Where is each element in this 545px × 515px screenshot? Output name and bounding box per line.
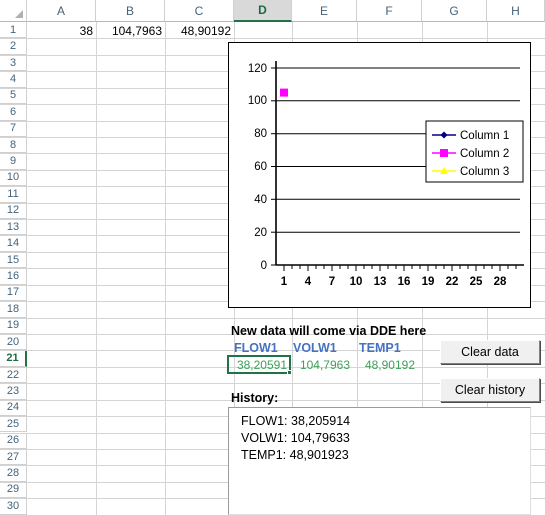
ytick-100: 100 (248, 95, 267, 107)
row-header-22[interactable]: 22 (0, 366, 27, 384)
column-header-a[interactable]: A (27, 0, 96, 22)
chart-svg: 0 20 40 60 80 100 120 1 4 7 10 13 16 19 … (248, 61, 524, 288)
xtick-13: 13 (374, 276, 387, 288)
row-header-16[interactable]: 16 (0, 268, 27, 285)
ytick-60: 60 (254, 161, 267, 173)
row-header-17[interactable]: 17 (0, 284, 27, 302)
temp-value[interactable]: 48,90192 (353, 357, 418, 373)
column-header-row: ABCDEFGH (0, 0, 545, 22)
row-header-1[interactable]: 1 (0, 22, 27, 39)
flow-label: FLOW1 (234, 341, 278, 355)
row-header-18[interactable]: 18 (0, 301, 27, 318)
legend-label-column1: Column 1 (460, 130, 509, 142)
grid-line-horizontal (0, 317, 545, 319)
data-point-column2-1 (280, 88, 288, 97)
row-header-30[interactable]: 30 (0, 498, 27, 515)
row-header-24[interactable]: 24 (0, 399, 27, 417)
volw-value[interactable]: 104,7963 (290, 357, 353, 373)
row-header-20[interactable]: 20 (0, 333, 27, 351)
row-header-7[interactable]: 7 (0, 120, 27, 137)
column-header-g[interactable]: G (422, 0, 487, 22)
xtick-19: 19 (422, 276, 435, 288)
row-header-8[interactable]: 8 (0, 136, 27, 154)
row-header-9[interactable]: 9 (0, 153, 27, 170)
row-header-2[interactable]: 2 (0, 38, 27, 55)
row-header-15[interactable]: 15 (0, 251, 27, 269)
row-header-3[interactable]: 3 (0, 54, 27, 72)
row-header-12[interactable]: 12 (0, 202, 27, 220)
row-header-23[interactable]: 23 (0, 383, 27, 400)
xtick-25: 25 (470, 276, 483, 288)
row-header-4[interactable]: 4 (0, 71, 27, 88)
volw-label: VOLW1 (293, 341, 337, 355)
legend-label-column2: Column 2 (460, 148, 509, 160)
ytick-80: 80 (254, 128, 267, 140)
row-header-11[interactable]: 11 (0, 186, 27, 203)
ytick-120: 120 (248, 63, 267, 75)
cell-c1[interactable]: 48,90192 (165, 23, 234, 39)
row-header-5[interactable]: 5 (0, 87, 27, 105)
chart-x-ticks (283, 265, 517, 271)
xtick-10: 10 (350, 276, 363, 288)
spreadsheet-window: ABCDEFGH 1 2 3 4 5 6 7 8 9 10 11 12 13 14 15 16 17 18 19 20… (0, 0, 545, 515)
ytick-40: 40 (254, 194, 267, 206)
row-header-28[interactable]: 28 (0, 465, 27, 482)
chart-y-tick-labels: 0 20 40 60 80 100 120 (248, 63, 267, 272)
row-header-27[interactable]: 27 (0, 448, 27, 466)
clear-history-button[interactable]: Clear history (440, 378, 540, 402)
column-header-c[interactable]: C (165, 0, 234, 22)
row-header-13[interactable]: 13 (0, 219, 27, 236)
row-header-19[interactable]: 19 (0, 317, 27, 334)
row-header-10[interactable]: 10 (0, 169, 27, 187)
cell-a1[interactable]: 38 (27, 23, 96, 39)
select-all-triangle-icon (15, 10, 23, 18)
ytick-20: 20 (254, 227, 267, 239)
history-label: History: (231, 391, 279, 405)
data-chart[interactable]: 0 20 40 60 80 100 120 1 4 7 10 13 16 19 … (228, 42, 531, 308)
select-all-corner[interactable] (0, 0, 27, 22)
legend-label-column3: Column 3 (460, 166, 509, 178)
history-line: TEMP1: 48,901923 (241, 448, 349, 462)
xtick-28: 28 (494, 276, 507, 288)
row-header-25[interactable]: 25 (0, 416, 27, 433)
xtick-7: 7 (329, 276, 335, 288)
xtick-4: 4 (305, 276, 312, 288)
xtick-1: 1 (281, 276, 288, 288)
xtick-22: 22 (446, 276, 459, 288)
row-header-6[interactable]: 6 (0, 104, 27, 121)
row-header-14[interactable]: 14 (0, 235, 27, 252)
column-header-f[interactable]: F (357, 0, 422, 22)
ytick-0: 0 (261, 260, 267, 272)
chart-x-tick-labels: 1 4 7 10 13 16 19 22 25 28 (281, 276, 507, 288)
flow-value[interactable]: 38,20591 (228, 357, 290, 373)
history-line: VOLW1: 104,79633 (241, 431, 350, 445)
column-header-b[interactable]: B (96, 0, 165, 22)
column-header-e[interactable]: E (292, 0, 357, 22)
chart-legend[interactable]: Column 1 Column 2 Column 3 (425, 120, 524, 183)
clear-data-button[interactable]: Clear data (440, 340, 540, 364)
row-header-26[interactable]: 26 (0, 432, 27, 449)
column-header-h[interactable]: H (487, 0, 545, 22)
column-header-d[interactable]: D (234, 0, 292, 22)
cell-b1[interactable]: 104,7963 (96, 23, 165, 39)
dde-note-text: New data will come via DDE here (231, 324, 427, 338)
history-line: FLOW1: 38,205914 (241, 414, 351, 428)
row-header-29[interactable]: 29 (0, 481, 27, 499)
row-header-21[interactable]: 21 (0, 350, 27, 367)
legend-marker-column2 (440, 149, 448, 157)
temp-label: TEMP1 (359, 341, 401, 355)
history-textbox[interactable]: FLOW1: 38,205914 VOLW1: 104,79633 TEMP1:… (228, 407, 531, 515)
xtick-16: 16 (398, 276, 411, 288)
